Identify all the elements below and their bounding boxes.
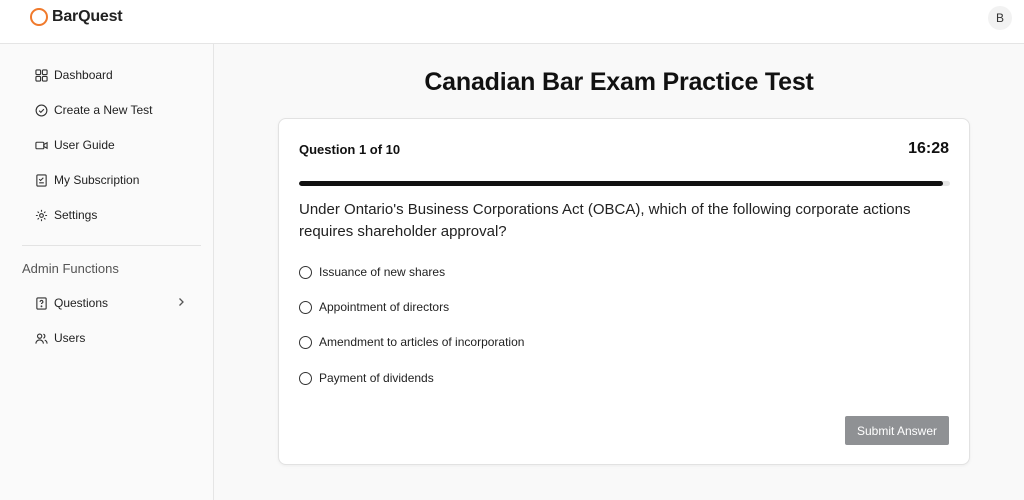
users-icon: [35, 332, 48, 344]
receipt-icon: [36, 173, 47, 187]
sidebar-item-label: Users: [54, 331, 86, 345]
answer-option[interactable]: Amendment to articles of incorporation: [299, 333, 524, 351]
question-card: Question 1 of 10 16:28 Under Ontario's B…: [278, 118, 970, 465]
brand-name: BarQuest: [52, 8, 123, 25]
radio-button[interactable]: [299, 265, 312, 279]
sidebar-item-questions[interactable]: Questions: [35, 293, 108, 313]
question-file-icon: [36, 296, 47, 310]
sidebar-item-settings[interactable]: Settings: [35, 205, 97, 225]
sidebar-item-label: Dashboard: [54, 68, 113, 82]
progress-bar: [299, 181, 950, 186]
video-icon: [35, 141, 48, 149]
sidebar-item-dashboard[interactable]: Dashboard: [35, 65, 113, 85]
countdown-timer: 16:28: [908, 140, 949, 157]
admin-functions-heading: Admin Functions: [22, 261, 119, 276]
radio-button[interactable]: [299, 335, 312, 349]
question-text: Under Ontario's Business Corporations Ac…: [299, 201, 911, 240]
sidebar-item-label: Settings: [54, 208, 98, 222]
check-circle-icon: [35, 104, 48, 116]
option-label: Appointment of directors: [319, 300, 450, 314]
radio-button[interactable]: [299, 300, 312, 314]
submit-answer-button[interactable]: Submit Answer: [845, 416, 949, 445]
sidebar-divider: [22, 245, 201, 246]
sidebar-item-label: Questions: [54, 296, 109, 310]
sidebar-item-users[interactable]: Users: [35, 328, 85, 348]
user-avatar[interactable]: B: [988, 6, 1012, 30]
progress-fill: [299, 181, 944, 186]
sidebar-item-create-test[interactable]: Create a New Test: [35, 100, 153, 120]
answer-option[interactable]: Issuance of new shares: [299, 263, 445, 281]
option-label: Issuance of new shares: [319, 265, 446, 279]
question-counter: Question 1 of 10: [299, 142, 401, 157]
answer-option[interactable]: Payment of dividends: [299, 369, 434, 387]
sidebar-item-label: User Guide: [54, 138, 115, 152]
option-label: Amendment to articles of incorporation: [319, 335, 525, 349]
logo-ring-icon: [30, 8, 48, 26]
chevron-right-icon[interactable]: [176, 297, 186, 307]
dashboard-icon: [35, 68, 48, 82]
option-label: Payment of dividends: [319, 371, 434, 385]
answer-option[interactable]: Appointment of directors: [299, 298, 449, 316]
sidebar: Dashboard Create a New Test User Guide M…: [0, 44, 214, 500]
sidebar-item-label: Create a New Test: [54, 103, 153, 117]
sidebar-item-subscription[interactable]: My Subscription: [35, 170, 139, 190]
sidebar-item-label: My Subscription: [54, 173, 140, 187]
brand-logo[interactable]: BarQuest: [30, 8, 123, 26]
gear-icon: [35, 209, 48, 221]
top-bar: BarQuest B: [0, 0, 1024, 44]
page-title: Canadian Bar Exam Practice Test: [424, 68, 814, 96]
radio-button[interactable]: [299, 371, 312, 385]
sidebar-item-user-guide[interactable]: User Guide: [35, 135, 115, 155]
